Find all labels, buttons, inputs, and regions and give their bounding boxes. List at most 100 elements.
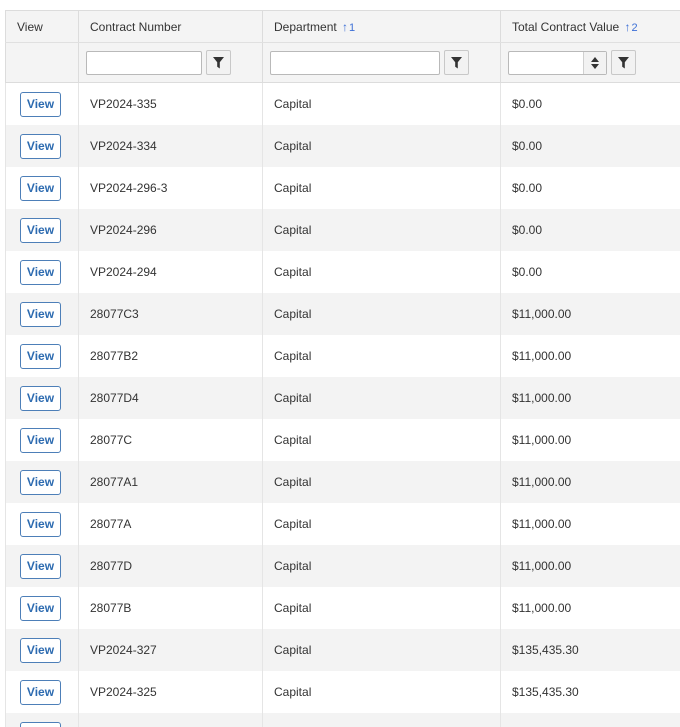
view-button[interactable]: View	[20, 721, 61, 727]
view-button[interactable]: View	[20, 637, 61, 663]
filter-cell-department	[262, 42, 501, 83]
spinner-icon[interactable]	[583, 51, 606, 74]
view-button[interactable]: View	[20, 427, 61, 453]
filter-icon	[213, 56, 224, 68]
cell-contract-number: 28077B2	[78, 335, 263, 377]
view-button[interactable]: View	[20, 469, 61, 495]
cell-total-contract-value: $11,000.00	[500, 503, 680, 545]
cell-view: View	[5, 587, 79, 629]
table-row: View 28077B Capital $11,000.00	[5, 587, 680, 629]
table-body: View VP2024-335 Capital $0.00 View VP2024-334…	[5, 82, 680, 727]
view-button[interactable]: View	[20, 679, 61, 705]
view-button[interactable]: View	[20, 553, 61, 579]
contracts-grid: View Contract Number Department ↑1 Total…	[5, 10, 680, 727]
sort-index: 1	[349, 21, 356, 34]
filter-icon	[618, 56, 629, 68]
column-header-department[interactable]: Department ↑1	[262, 10, 501, 43]
cell-total-contract-value	[500, 713, 680, 727]
cell-department: Capital	[262, 671, 501, 713]
total-value-filter-button[interactable]	[611, 50, 636, 75]
cell-contract-number: 28077D4	[78, 377, 263, 419]
sort-index: 2	[631, 21, 638, 34]
cell-total-contract-value: $11,000.00	[500, 377, 680, 419]
cell-department: Capital	[262, 419, 501, 461]
cell-contract-number	[78, 713, 263, 727]
cell-view: View	[5, 209, 79, 251]
cell-department: Capital	[262, 629, 501, 671]
cell-department: Capital	[262, 503, 501, 545]
table-row: View 28077C Capital $11,000.00	[5, 419, 680, 461]
cell-total-contract-value: $11,000.00	[500, 293, 680, 335]
department-filter-input[interactable]	[270, 50, 440, 75]
cell-view: View	[5, 545, 79, 587]
view-button[interactable]: View	[20, 343, 61, 369]
cell-contract-number: 28077C	[78, 419, 263, 461]
cell-contract-number: 28077A	[78, 503, 263, 545]
view-button[interactable]: View	[20, 595, 61, 621]
column-header-view[interactable]: View	[5, 10, 79, 43]
table-row: View 28077A Capital $11,000.00	[5, 503, 680, 545]
cell-total-contract-value: $0.00	[500, 125, 680, 167]
cell-view: View	[5, 125, 79, 167]
cell-contract-number: 28077A1	[78, 461, 263, 503]
column-header-label: Contract Number	[90, 19, 182, 34]
total-value-filter-input[interactable]	[508, 50, 607, 75]
sort-ascending-icon: ↑	[342, 19, 349, 34]
view-button[interactable]: View	[20, 175, 61, 201]
table-row: View 28077D Capital $11,000.00	[5, 545, 680, 587]
cell-view: View	[5, 82, 79, 125]
cell-contract-number: VP2024-296	[78, 209, 263, 251]
view-button[interactable]: View	[20, 385, 61, 411]
department-filter-button[interactable]	[444, 50, 469, 75]
cell-total-contract-value: $11,000.00	[500, 335, 680, 377]
column-header-contract-number[interactable]: Contract Number	[78, 10, 263, 43]
cell-department: Capital	[262, 377, 501, 419]
cell-view: View	[5, 419, 79, 461]
view-button[interactable]: View	[20, 133, 61, 159]
view-button[interactable]: View	[20, 301, 61, 327]
filter-cell-total-contract-value	[500, 42, 680, 83]
cell-view: View	[5, 335, 79, 377]
cell-view: View	[5, 503, 79, 545]
filter-row	[5, 42, 680, 83]
filter-cell-contract-number	[78, 42, 263, 83]
filter-cell-view	[5, 42, 79, 83]
cell-department: Capital	[262, 461, 501, 503]
table-row: View VP2024-296-3 Capital $0.00	[5, 167, 680, 209]
column-header-label: Total Contract Value	[512, 19, 620, 34]
cell-total-contract-value: $0.00	[500, 167, 680, 209]
cell-view: View	[5, 461, 79, 503]
cell-total-contract-value: $11,000.00	[500, 419, 680, 461]
table-row: View VP2024-334 Capital $0.00	[5, 125, 680, 167]
header-row: View Contract Number Department ↑1 Total…	[5, 10, 680, 43]
table-row: View VP2024-294 Capital $0.00	[5, 251, 680, 293]
view-button[interactable]: View	[20, 511, 61, 537]
cell-total-contract-value: $11,000.00	[500, 461, 680, 503]
cell-total-contract-value: $135,435.30	[500, 671, 680, 713]
cell-view: View	[5, 377, 79, 419]
filter-icon	[451, 56, 462, 68]
cell-view: View	[5, 713, 79, 727]
view-button[interactable]: View	[20, 91, 61, 117]
cell-department: Capital	[262, 167, 501, 209]
contract-number-filter-button[interactable]	[206, 50, 231, 75]
spinner-down-icon[interactable]	[591, 63, 599, 69]
contract-number-filter-input[interactable]	[86, 50, 202, 75]
column-header-total-contract-value[interactable]: Total Contract Value ↑2	[500, 10, 680, 43]
cell-contract-number: 28077D	[78, 545, 263, 587]
cell-contract-number: VP2024-334	[78, 125, 263, 167]
cell-department: Capital	[262, 82, 501, 125]
table-row: View VP2024-325 Capital $135,435.30	[5, 671, 680, 713]
cell-total-contract-value: $0.00	[500, 209, 680, 251]
spinner-up-icon[interactable]	[591, 56, 599, 62]
table-row: View VP2024-327 Capital $135,435.30	[5, 629, 680, 671]
column-header-label: Department	[274, 19, 337, 34]
table-row: View 28077A1 Capital $11,000.00	[5, 461, 680, 503]
contracts-table: View Contract Number Department ↑1 Total…	[5, 10, 680, 727]
cell-department: Capital	[262, 209, 501, 251]
view-button[interactable]: View	[20, 259, 61, 285]
cell-department	[262, 713, 501, 727]
cell-contract-number: VP2024-335	[78, 82, 263, 125]
view-button[interactable]: View	[20, 217, 61, 243]
cell-department: Capital	[262, 587, 501, 629]
